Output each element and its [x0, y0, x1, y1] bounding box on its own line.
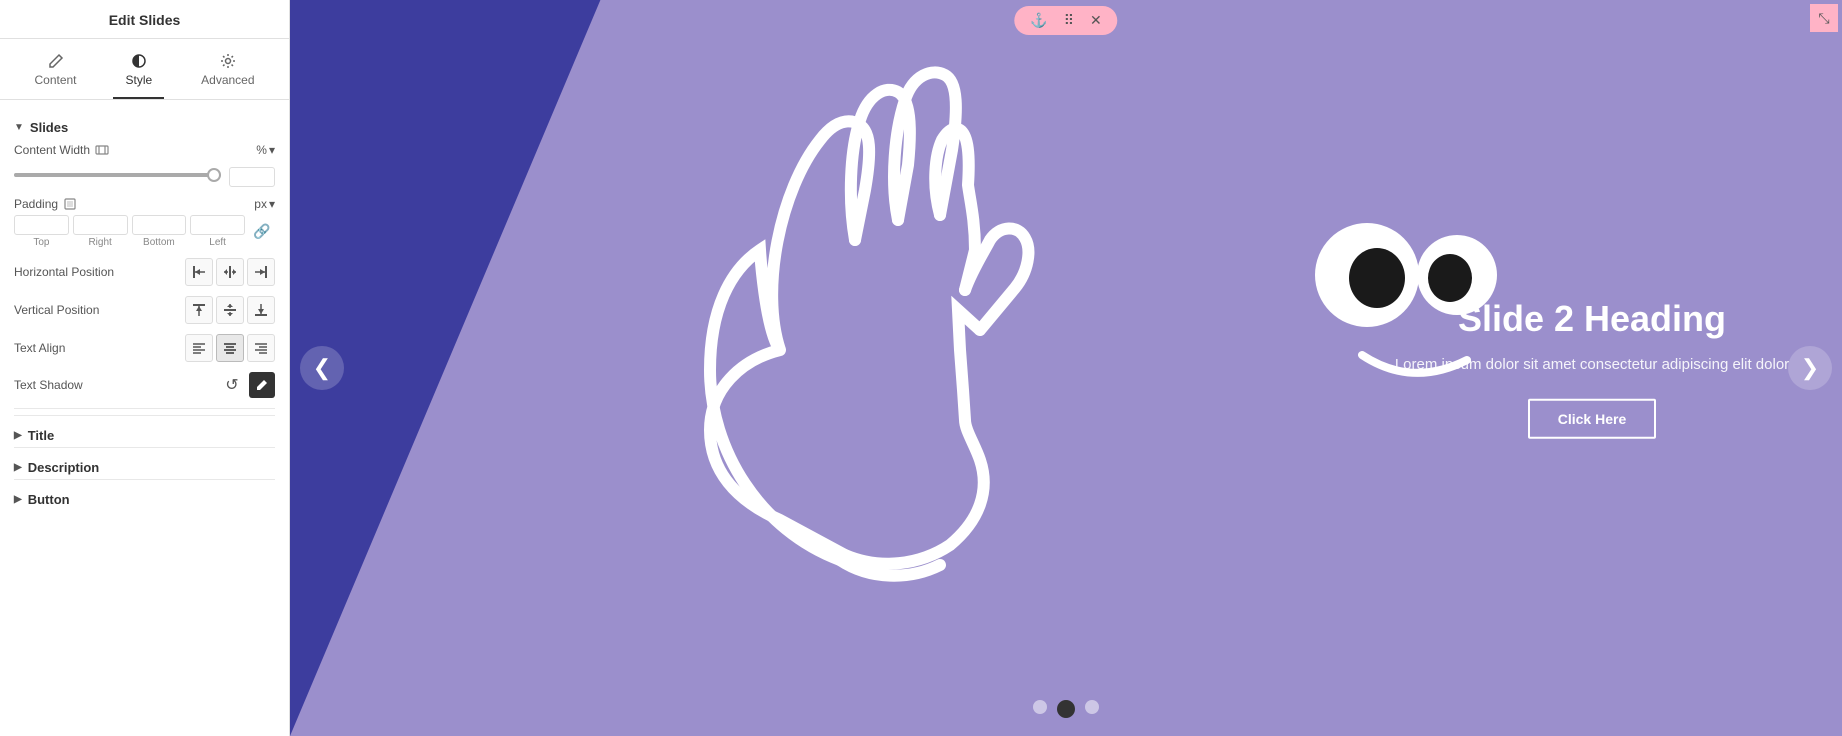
padding-input-group	[14, 215, 245, 235]
horizontal-position-label: Horizontal Position	[14, 265, 114, 279]
toolbar-close-button[interactable]: ✕	[1084, 10, 1108, 31]
tab-advanced[interactable]: Advanced	[189, 47, 266, 99]
align-left-icon	[192, 341, 206, 355]
h-pos-right-icon	[254, 265, 268, 279]
padding-label: Padding	[14, 197, 77, 211]
content-width-row: Content Width % ▾	[14, 143, 275, 157]
align-right-icon	[254, 341, 268, 355]
tab-content[interactable]: Content	[22, 47, 88, 99]
panel-title: Edit Slides	[0, 0, 289, 39]
slider-widget: Slide 2 Heading Lorem ipsum dolor sit am…	[290, 0, 1842, 736]
slide-toolbar: ⚓ ⠿ ✕	[1014, 6, 1117, 35]
h-pos-center-icon	[223, 265, 237, 279]
button-section[interactable]: ▶ Button	[14, 479, 275, 511]
slide-description: Lorem ipsum dolor sit amet consectetur a…	[1382, 354, 1802, 377]
h-pos-right-button[interactable]	[247, 258, 275, 286]
content-width-input[interactable]: 100	[229, 167, 275, 187]
dot-3[interactable]	[1085, 700, 1099, 714]
main-canvas-area: Slide 2 Heading Lorem ipsum dolor sit am…	[290, 0, 1842, 736]
padding-unit-selector[interactable]: px ▾	[254, 197, 275, 211]
left-panel: Edit Slides Content Style Advanced	[0, 0, 290, 736]
slide-dots	[1033, 700, 1099, 718]
gear-icon	[220, 53, 236, 69]
vertical-position-label: Vertical Position	[14, 303, 99, 317]
padding-label-group: Top Right Bottom Left	[14, 237, 245, 248]
padding-icon	[63, 197, 77, 211]
edit-corner-button[interactable]: ⤡	[1810, 4, 1838, 32]
width-slider-track[interactable]	[14, 173, 221, 177]
half-circle-icon	[131, 53, 147, 69]
slide-heading: Slide 2 Heading	[1382, 298, 1802, 340]
slides-section-header[interactable]: ▼ Slides	[14, 110, 275, 143]
text-align-controls	[185, 334, 275, 362]
pencil-icon	[48, 53, 64, 69]
v-pos-middle-icon	[223, 303, 237, 317]
align-left-button[interactable]	[185, 334, 213, 362]
align-center-icon	[223, 341, 237, 355]
padding-fields: Top Right Bottom Left	[14, 215, 245, 248]
align-center-button[interactable]	[216, 334, 244, 362]
slides-arrow-icon: ▼	[14, 122, 24, 133]
align-right-button[interactable]	[247, 334, 275, 362]
title-section-header: ▶ Title	[14, 428, 275, 443]
hand-drawing-svg	[680, 10, 1060, 630]
title-section[interactable]: ▶ Title	[14, 415, 275, 447]
horizontal-position-controls	[185, 258, 275, 286]
description-section[interactable]: ▶ Description	[14, 447, 275, 479]
toolbar-link-button[interactable]: ⚓	[1024, 10, 1053, 31]
description-section-header: ▶ Description	[14, 460, 275, 475]
panel-body: ▼ Slides Content Width % ▾	[0, 100, 289, 736]
v-pos-top-button[interactable]	[185, 296, 213, 324]
padding-link-button[interactable]: 🔗	[249, 219, 275, 245]
text-shadow-row: Text Shadow ↺	[14, 372, 275, 398]
padding-top-input[interactable]	[14, 215, 69, 235]
h-pos-left-button[interactable]	[185, 258, 213, 286]
description-arrow-icon: ▶	[14, 462, 22, 473]
title-arrow-icon: ▶	[14, 430, 22, 441]
content-width-control: % ▾	[256, 143, 275, 157]
vertical-position-controls	[185, 296, 275, 324]
text-align-label: Text Align	[14, 341, 65, 355]
h-pos-left-icon	[192, 265, 206, 279]
toolbar-move-button[interactable]: ⠿	[1058, 10, 1080, 31]
v-pos-bottom-button[interactable]	[247, 296, 275, 324]
padding-unit-control: px ▾	[254, 197, 275, 211]
v-pos-middle-button[interactable]	[216, 296, 244, 324]
h-pos-center-button[interactable]	[216, 258, 244, 286]
pencil-edit-icon	[256, 379, 268, 391]
dot-2[interactable]	[1057, 700, 1075, 718]
padding-left-input[interactable]	[190, 215, 245, 235]
text-shadow-edit-button[interactable]	[249, 372, 275, 398]
text-shadow-reset-button[interactable]: ↺	[219, 372, 245, 398]
unit-selector[interactable]: % ▾	[256, 143, 275, 157]
content-width-label: Content Width	[14, 143, 109, 157]
content-width-slider-row: 100	[14, 167, 275, 187]
padding-inputs-row: Top Right Bottom Left 🔗	[14, 215, 275, 248]
text-shadow-controls: ↺	[219, 372, 275, 398]
divider-1	[14, 408, 275, 409]
button-arrow-icon: ▶	[14, 494, 22, 505]
text-shadow-label: Text Shadow	[14, 378, 83, 392]
v-pos-top-icon	[192, 303, 206, 317]
tab-bar: Content Style Advanced	[0, 39, 289, 100]
tab-style[interactable]: Style	[113, 47, 164, 99]
text-align-row: Text Align	[14, 334, 275, 362]
horizontal-position-row: Horizontal Position	[14, 258, 275, 286]
content-width-icon	[95, 143, 109, 157]
padding-bottom-input[interactable]	[132, 215, 187, 235]
prev-slide-button[interactable]: ❮	[300, 346, 344, 390]
dot-1[interactable]	[1033, 700, 1047, 714]
canvas: Slide 2 Heading Lorem ipsum dolor sit am…	[290, 0, 1842, 736]
vertical-position-row: Vertical Position	[14, 296, 275, 324]
v-pos-bottom-icon	[254, 303, 268, 317]
padding-right-input[interactable]	[73, 215, 128, 235]
next-slide-button[interactable]: ❯	[1788, 346, 1832, 390]
padding-row: Padding px ▾	[14, 197, 275, 211]
button-section-header: ▶ Button	[14, 492, 275, 507]
slide-cta-button[interactable]: Click Here	[1528, 398, 1656, 438]
slide-content: Slide 2 Heading Lorem ipsum dolor sit am…	[1342, 278, 1842, 459]
